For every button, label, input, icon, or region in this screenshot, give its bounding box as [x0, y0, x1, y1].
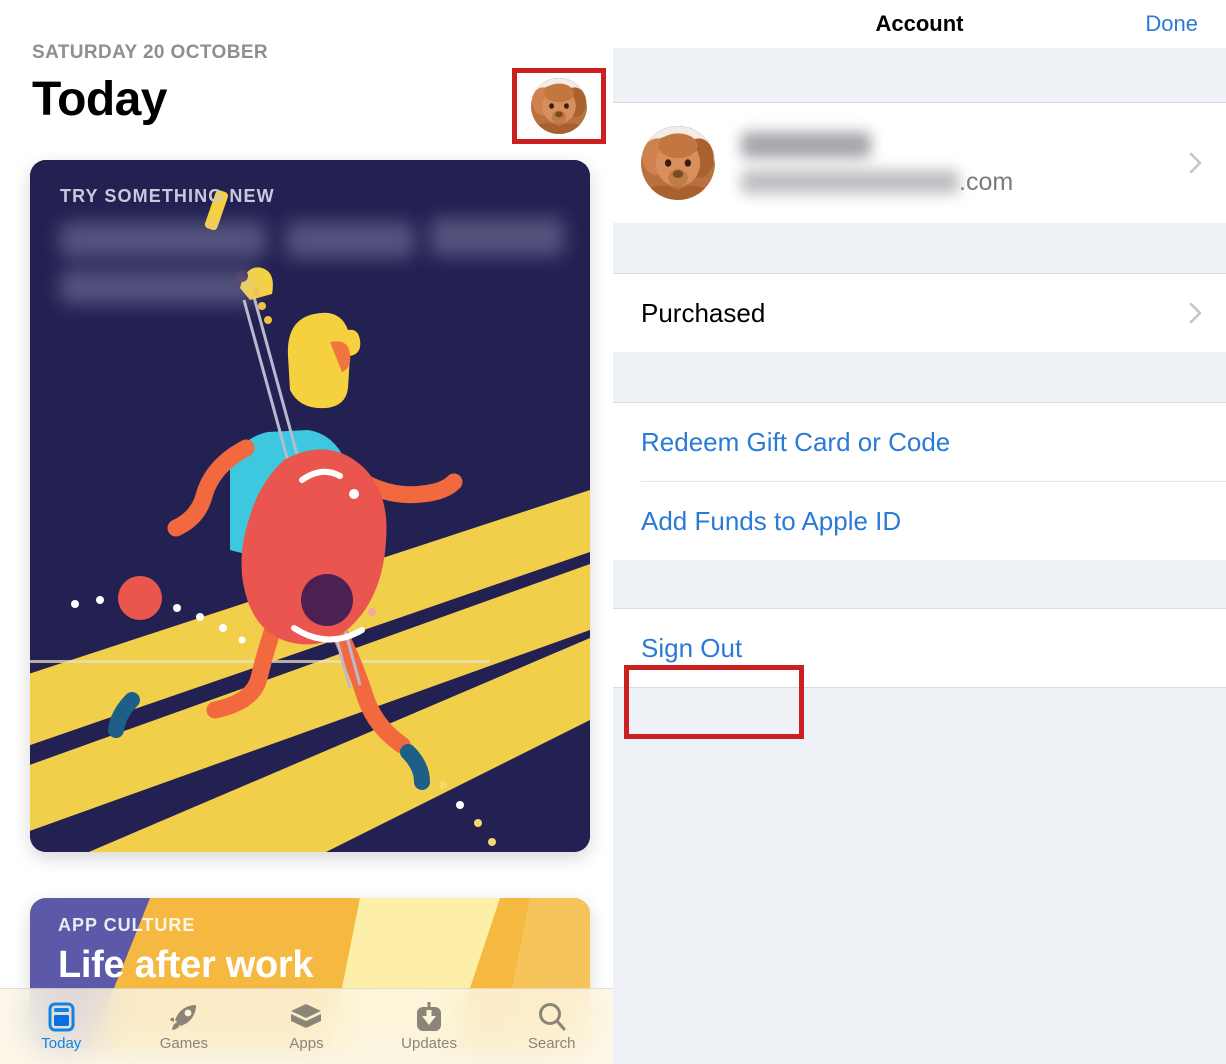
- today-feed-panel: SATURDAY 20 OCTOBER Today TRY SOMETHING …: [0, 0, 613, 1064]
- tab-label: Apps: [289, 1034, 324, 1052]
- download-arrow-icon: [415, 1001, 443, 1032]
- tab-bar: Today Games Apps Updates Search: [0, 988, 613, 1064]
- dog-avatar-image: [641, 126, 715, 200]
- row-sign-out[interactable]: Sign Out: [613, 609, 1226, 687]
- today-feature-card[interactable]: TRY SOMETHING NEW: [30, 160, 590, 852]
- tab-updates[interactable]: Updates: [368, 989, 491, 1064]
- account-sheet-panel: Account Done .com Purchased Redeem Gift …: [613, 0, 1226, 1064]
- account-group: .com: [613, 103, 1226, 223]
- divider: [613, 687, 1226, 688]
- redacted-title-line: [286, 222, 414, 258]
- row-label: Redeem Gift Card or Code: [641, 426, 951, 457]
- sheet-navigation-bar: Account Done: [613, 0, 1226, 48]
- rocket-icon: [169, 1002, 199, 1032]
- account-row[interactable]: .com: [613, 103, 1226, 223]
- layers-icon: [290, 1002, 322, 1032]
- account-email-suffix: .com: [959, 168, 1014, 196]
- section-gap: [613, 560, 1226, 608]
- redacted-account-email: [741, 170, 959, 194]
- purchased-group: Purchased: [613, 274, 1226, 352]
- redacted-account-name: [741, 132, 871, 158]
- redacted-title-line: [60, 222, 266, 258]
- redacted-title-line: [60, 270, 256, 304]
- payment-group: Redeem Gift Card or Code Add Funds to Ap…: [613, 403, 1226, 560]
- card-eyebrow: TRY SOMETHING NEW: [60, 186, 275, 206]
- row-label: Purchased: [641, 297, 766, 328]
- annotation-box-avatar: [512, 68, 606, 144]
- sheet-title: Account: [875, 11, 964, 36]
- card-title: Life after work: [58, 944, 314, 986]
- tab-label: Games: [159, 1034, 209, 1052]
- tab-today[interactable]: Today: [0, 989, 123, 1064]
- tab-label: Search: [527, 1034, 576, 1052]
- dog-avatar-image: [531, 78, 587, 134]
- section-gap: [613, 48, 1226, 102]
- account-avatar: [641, 126, 715, 200]
- tab-apps[interactable]: Apps: [245, 989, 368, 1064]
- card-eyebrow: APP CULTURE: [58, 915, 196, 935]
- tab-games[interactable]: Games: [123, 989, 246, 1064]
- row-label: Add Funds to Apple ID: [641, 505, 902, 536]
- row-label: Sign Out: [641, 632, 743, 663]
- account-avatar-button[interactable]: [531, 78, 587, 134]
- feed-date: SATURDAY 20 OCTOBER: [32, 42, 269, 63]
- section-gap: [613, 223, 1226, 273]
- tab-search[interactable]: Search: [490, 989, 613, 1064]
- running-guitarist-illustration: [30, 160, 590, 852]
- chevron-right-icon: [1189, 152, 1202, 174]
- search-icon: [537, 1002, 567, 1032]
- today-card-icon: [48, 1002, 75, 1032]
- section-gap: [613, 352, 1226, 402]
- done-button[interactable]: Done: [1145, 11, 1198, 37]
- row-add-funds[interactable]: Add Funds to Apple ID: [613, 482, 1226, 560]
- redacted-title-line: [430, 218, 564, 256]
- row-redeem-gift-card[interactable]: Redeem Gift Card or Code: [613, 403, 1226, 481]
- account-identity: .com: [741, 126, 1131, 200]
- tab-label: Today: [41, 1034, 82, 1052]
- signout-group: Sign Out: [613, 609, 1226, 739]
- chevron-right-icon: [1189, 302, 1202, 324]
- tab-label: Updates: [401, 1034, 458, 1052]
- row-purchased[interactable]: Purchased: [613, 274, 1226, 352]
